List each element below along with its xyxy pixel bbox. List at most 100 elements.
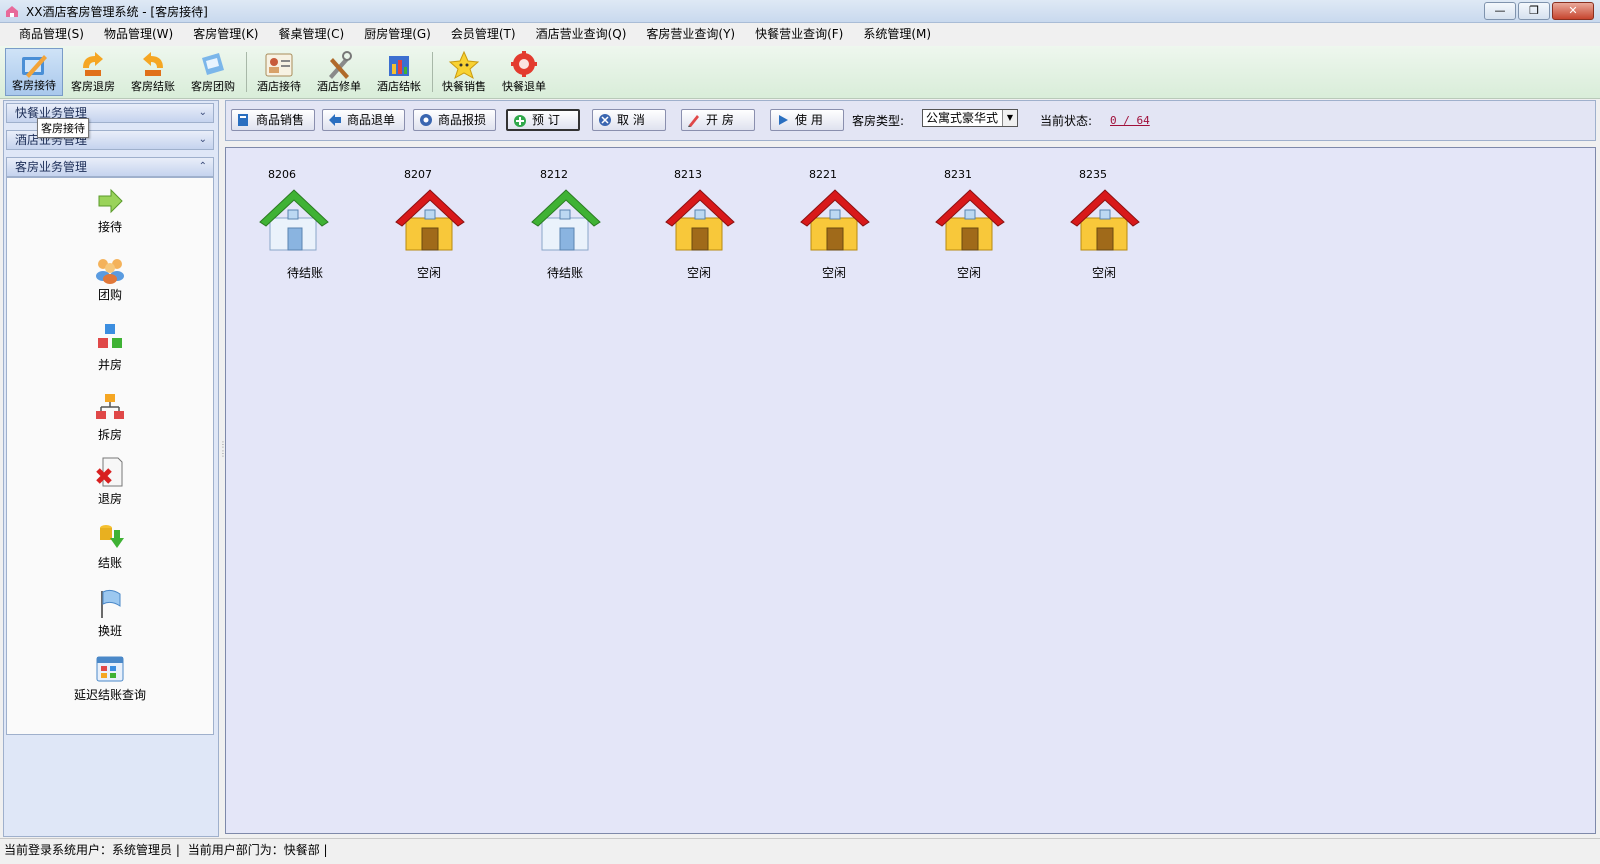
gear-return-icon — [511, 51, 537, 77]
action-bar: 商品销售 商品退单 商品报损 预 订 取 消 开 房 使 用 客房类型: 公寓式… — [225, 100, 1596, 141]
toolbar-hotel-reception[interactable]: 酒店接待 — [250, 48, 308, 96]
toolbar-label: 快餐退单 — [502, 80, 546, 93]
menu-rooms[interactable]: 客房管理(K) — [183, 23, 268, 45]
room-business-list: 接待 团购 并房 拆房 退房 结账 换班 延迟结账查询 — [6, 177, 214, 735]
room-grid: 8206 待结账 8207 空闲 8212 待结账 8213 空闲 8221 空… — [225, 147, 1596, 834]
use-button[interactable]: 使 用 — [770, 109, 844, 131]
room-status: 空闲 — [1091, 266, 1116, 280]
current-status-link[interactable]: 0 / 64 — [1110, 114, 1150, 127]
menu-tables[interactable]: 餐桌管理(C) — [268, 23, 354, 45]
menu-hotel-query[interactable]: 酒店营业查询(Q) — [526, 23, 637, 45]
status-bar: 当前登录系统用户：系统管理员 | 当前用户部门为：快餐部 | — [0, 838, 1600, 864]
reserve-button[interactable]: 预 订 — [506, 109, 580, 131]
dropdown-arrow-icon: ▼ — [1002, 110, 1017, 126]
nav-label: 换班 — [97, 624, 122, 638]
toolbar-label: 酒店结帐 — [377, 80, 421, 93]
button-label: 预 订 — [532, 113, 560, 127]
room-status: 空闲 — [416, 266, 441, 280]
panel-splitter[interactable]: ⋮ ⋮ — [219, 440, 227, 470]
return-arrow-icon — [329, 114, 341, 126]
hierarchy-icon — [96, 394, 124, 419]
nav-label: 结账 — [97, 556, 122, 570]
toolbar-fastfood-sale[interactable]: 快餐销售 — [435, 48, 493, 96]
house-free-icon — [800, 189, 870, 251]
house-free-icon — [1070, 189, 1140, 251]
cubes-icon — [98, 324, 122, 348]
close-button[interactable]: ✕ — [1552, 2, 1594, 20]
menu-items[interactable]: 物品管理(W) — [94, 23, 183, 45]
chevron-down-icon: ⌄ — [198, 134, 207, 145]
group-purchase-icon — [202, 53, 224, 75]
house-pending-icon — [531, 189, 601, 251]
house-pending-icon — [259, 189, 329, 251]
app-icon — [6, 6, 18, 17]
menu-goods[interactable]: 商品管理(S) — [9, 23, 94, 45]
cancel-gear-icon — [599, 114, 611, 126]
room-number: 8235 — [1079, 168, 1107, 181]
goods-loss-button[interactable]: 商品报损 — [413, 109, 496, 131]
cancel-button[interactable]: 取 消 — [592, 109, 666, 131]
coins-icon — [100, 525, 124, 548]
toolbar-separator — [432, 52, 433, 92]
toolbar-label: 客房退房 — [71, 80, 115, 93]
toolbar-room-reception[interactable]: 客房接待 — [5, 48, 63, 96]
nav-merge-rooms[interactable]: 并房 — [7, 322, 213, 373]
book-icon — [238, 114, 248, 126]
plus-circle-icon — [514, 115, 526, 127]
nav-group[interactable]: 团购 — [7, 254, 213, 303]
arrow-right-icon — [98, 188, 123, 214]
room-type-value: 公寓式豪华式 — [926, 111, 999, 125]
restore-button[interactable]: ❐ — [1518, 2, 1550, 20]
room-number: 8221 — [809, 168, 837, 181]
menu-room-query[interactable]: 客房营业查询(Y) — [636, 23, 745, 45]
menu-members[interactable]: 会员管理(T) — [441, 23, 526, 45]
toolbar-label: 酒店修单 — [317, 80, 361, 93]
menu-system[interactable]: 系统管理(M) — [853, 23, 941, 45]
button-label: 开 房 — [706, 113, 734, 127]
nav-label: 延迟结账查询 — [73, 688, 146, 702]
room-status: 空闲 — [956, 266, 981, 280]
toolbar-room-group[interactable]: 客房团购 — [184, 48, 242, 96]
star-icon — [448, 50, 480, 80]
toolbar-label: 客房结账 — [131, 80, 175, 93]
document-delete-icon — [96, 457, 123, 487]
room-number: 8212 — [540, 168, 568, 181]
menu-bar: 商品管理(S) 物品管理(W) 客房管理(K) 餐桌管理(C) 厨房管理(G) … — [0, 23, 1600, 45]
toolbar-fastfood-return[interactable]: 快餐退单 — [495, 48, 553, 96]
nav-reception[interactable]: 接待 — [7, 186, 213, 235]
toolbar-label: 酒店接待 — [257, 80, 301, 93]
button-label: 商品报损 — [438, 113, 487, 127]
nav-delayed-settle-query[interactable]: 延迟结账查询 — [7, 654, 213, 703]
goods-sale-button[interactable]: 商品销售 — [231, 109, 315, 131]
nav-checkout[interactable]: 退房 — [7, 456, 213, 507]
nav-split-rooms[interactable]: 拆房 — [7, 392, 213, 443]
nav-settle[interactable]: 结账 — [7, 520, 213, 571]
goods-return-button[interactable]: 商品退单 — [322, 109, 405, 131]
button-label: 商品退单 — [347, 113, 396, 127]
gear-icon — [420, 114, 432, 126]
play-icon — [779, 115, 788, 125]
room-type-label: 客房类型: — [852, 114, 905, 128]
left-panel: 快餐业务管理 ⌄ 酒店业务管理 ⌄ 客房业务管理 ⌃ 接待 团购 并房 拆房 退… — [3, 100, 219, 837]
section-rooms[interactable]: 客房业务管理 ⌃ — [6, 157, 214, 177]
nav-label: 团购 — [97, 288, 122, 302]
room-number: 8231 — [944, 168, 972, 181]
room-status: 空闲 — [686, 266, 711, 280]
open-room-button[interactable]: 开 房 — [681, 109, 755, 131]
toolbar-hotel-settle[interactable]: 酒店结帐 — [370, 48, 428, 96]
nav-label: 接待 — [97, 220, 122, 234]
house-free-icon — [935, 189, 1005, 251]
menu-fastfood-query[interactable]: 快餐营业查询(F) — [745, 23, 853, 45]
settle-arrow-icon — [143, 52, 163, 76]
minimize-button[interactable]: — — [1484, 2, 1516, 20]
toolbar-hotel-modify[interactable]: 酒店修单 — [310, 48, 368, 96]
toolbar-room-checkout[interactable]: 客房退房 — [64, 48, 122, 96]
nav-shift-change[interactable]: 换班 — [7, 588, 213, 639]
button-label: 取 消 — [617, 113, 645, 127]
nav-label: 拆房 — [97, 428, 122, 442]
room-type-select[interactable]: 公寓式豪华式 ▼ — [922, 109, 1018, 127]
pencil-icon — [688, 115, 699, 127]
toolbar-label: 客房接待 — [12, 79, 56, 92]
toolbar-room-settle[interactable]: 客房结账 — [124, 48, 182, 96]
menu-kitchen[interactable]: 厨房管理(G) — [354, 23, 441, 45]
